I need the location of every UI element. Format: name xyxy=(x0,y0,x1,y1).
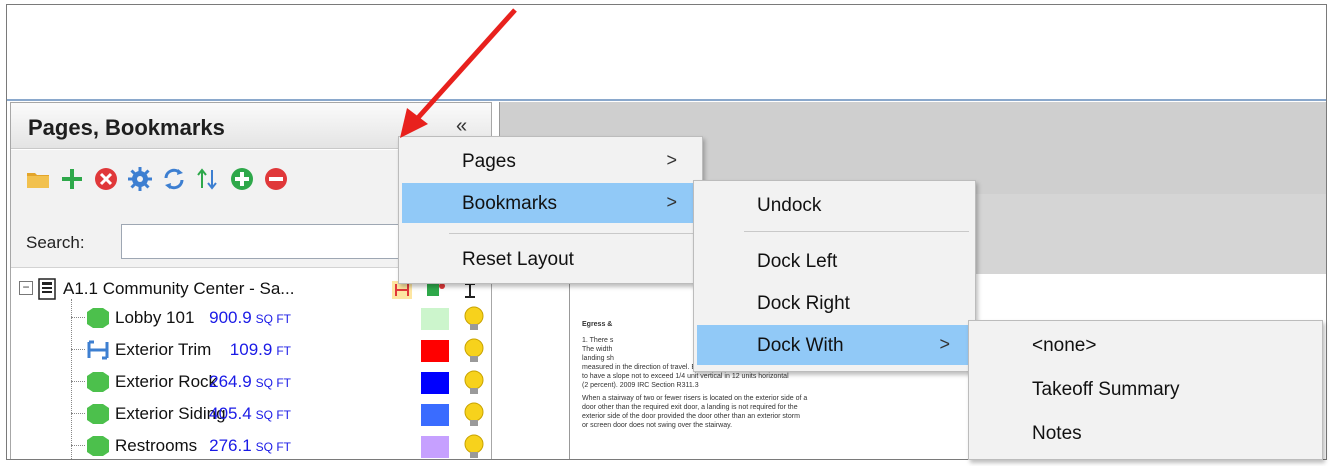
menu-item-label: Pages xyxy=(462,151,516,172)
tree-item-exterior-siding[interactable]: Exterior Siding 405.4 SQ FT xyxy=(11,399,491,431)
tree-connector xyxy=(71,413,85,414)
menu-item-reset-layout[interactable]: Reset Layout xyxy=(402,239,699,279)
tree-connector xyxy=(71,381,85,382)
lightbulb-icon[interactable] xyxy=(461,305,487,333)
area-icon xyxy=(87,436,109,456)
item-value: 264.9 SQ FT xyxy=(209,372,291,391)
color-swatch[interactable] xyxy=(421,436,449,458)
menu-item-label: Notes xyxy=(1032,423,1082,444)
tree-connector xyxy=(71,317,85,318)
refresh-icon[interactable] xyxy=(161,166,187,192)
collapse-panel-button[interactable]: « xyxy=(456,115,467,138)
submenu-arrow-icon: > xyxy=(666,192,677,212)
submenu-arrow-icon: > xyxy=(666,150,677,170)
folder-icon[interactable] xyxy=(25,166,51,192)
area-icon xyxy=(87,308,109,328)
menu-item-dock-left[interactable]: Dock Left xyxy=(697,241,972,281)
area-icon xyxy=(87,372,109,392)
doc-heading: Egress & xyxy=(582,321,613,328)
item-label: Exterior Trim xyxy=(115,340,212,359)
add-icon[interactable] xyxy=(59,166,85,192)
item-label: Lobby 101 xyxy=(115,308,195,327)
color-swatch[interactable] xyxy=(421,340,449,362)
menu-item-notes[interactable]: Notes xyxy=(972,413,1319,453)
menu-item-bookmarks[interactable]: Bookmarks > xyxy=(402,183,699,223)
color-swatch[interactable] xyxy=(421,372,449,394)
menu-item-label: Reset Layout xyxy=(462,249,574,270)
context-menu-dock-with: <none> Takeoff Summary Notes xyxy=(968,320,1323,460)
item-value: 276.1 SQ FT xyxy=(209,436,291,455)
item-value: 109.9 FT xyxy=(229,340,291,359)
sort-icon[interactable] xyxy=(195,166,221,192)
delete-icon[interactable] xyxy=(93,166,119,192)
tree-expander[interactable]: − xyxy=(19,281,33,295)
tree-root-label: A1.1 Community Center - Sa... xyxy=(63,279,295,298)
panel-title: Pages, Bookmarks xyxy=(28,115,225,140)
menu-item-none[interactable]: <none> xyxy=(972,325,1319,365)
item-value: 900.9 SQ FT xyxy=(209,308,291,327)
menu-item-undock[interactable]: Undock xyxy=(697,185,972,225)
tree-connector xyxy=(71,445,85,446)
lightbulb-icon[interactable] xyxy=(461,401,487,429)
menu-item-dock-right[interactable]: Dock Right xyxy=(697,283,972,323)
item-label: Restrooms xyxy=(115,436,198,455)
settings-icon[interactable] xyxy=(127,166,153,192)
menu-item-takeoff-summary[interactable]: Takeoff Summary xyxy=(972,369,1319,409)
tree-item-restrooms[interactable]: Restrooms 276.1 SQ FT xyxy=(11,431,491,460)
search-input[interactable] xyxy=(121,224,421,259)
menu-item-label: Dock With xyxy=(757,335,844,356)
menu-separator xyxy=(449,233,696,234)
context-menu-bookmarks: Undock Dock Left Dock Right Dock With > xyxy=(693,180,976,372)
tree-item-exterior-rock[interactable]: Exterior Rock 264.9 SQ FT xyxy=(11,367,491,399)
menu-item-label: Dock Right xyxy=(757,293,850,314)
item-label: Exterior Rock xyxy=(115,372,218,391)
bookmark-tree: − A1.1 Community Center - Sa... Lobby 10… xyxy=(11,269,491,460)
document-icon xyxy=(38,278,56,300)
search-label: Search: xyxy=(26,233,85,252)
submenu-arrow-icon: > xyxy=(939,334,950,354)
menu-item-dock-with[interactable]: Dock With > xyxy=(697,325,972,365)
color-swatch[interactable] xyxy=(421,404,449,426)
menu-item-label: Bookmarks xyxy=(462,193,558,214)
menu-item-label: Dock Left xyxy=(757,251,838,272)
menu-separator xyxy=(744,231,969,232)
window-divider xyxy=(7,99,1326,101)
color-swatch[interactable] xyxy=(421,308,449,330)
collapse-all-icon[interactable] xyxy=(263,166,289,192)
top-blank-area xyxy=(7,5,1326,99)
lightbulb-icon[interactable] xyxy=(461,433,487,460)
tree-item-exterior-trim[interactable]: Exterior Trim 109.9 FT xyxy=(11,335,491,367)
tree-connector xyxy=(71,349,85,350)
menu-item-pages[interactable]: Pages > xyxy=(402,141,699,181)
tree-item-lobby-101[interactable]: Lobby 101 900.9 SQ FT xyxy=(11,303,491,335)
area-icon xyxy=(87,404,109,424)
linear-icon xyxy=(87,340,109,360)
item-value: 405.4 SQ FT xyxy=(209,404,291,423)
menu-item-label: Takeoff Summary xyxy=(1032,379,1180,400)
lightbulb-icon[interactable] xyxy=(461,337,487,365)
doc-paragraph-2: When a stairway of two or fewer risers i… xyxy=(582,395,808,429)
menu-item-label: Undock xyxy=(757,195,822,216)
lightbulb-icon[interactable] xyxy=(461,369,487,397)
context-menu-main: Pages > Bookmarks > Reset Layout xyxy=(398,136,703,284)
menu-item-label: <none> xyxy=(1032,335,1097,356)
expand-all-icon[interactable] xyxy=(229,166,255,192)
